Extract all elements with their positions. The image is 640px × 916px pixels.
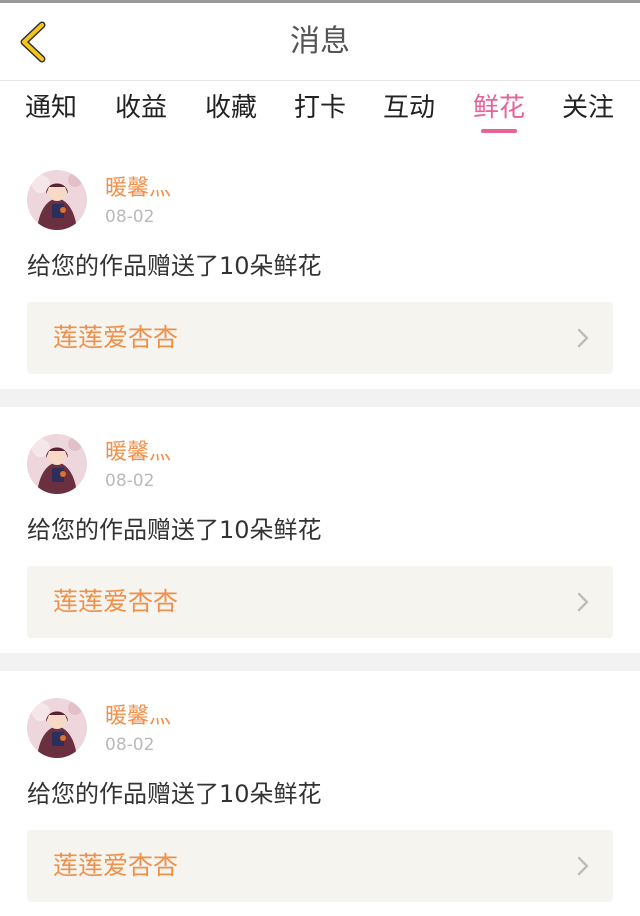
chevron-right-icon [577, 592, 589, 612]
avatar[interactable] [27, 698, 87, 758]
tab-notification[interactable]: 通知 [6, 91, 96, 125]
avatar[interactable] [27, 170, 87, 230]
work-title: 莲莲爱杏杏 [53, 587, 179, 616]
tab-bar: 通知 收益 收藏 打卡 互动 鲜花 关注 [0, 81, 640, 143]
chevron-right-icon [577, 856, 589, 876]
message-date: 08-02 [105, 471, 155, 491]
message-text: 给您的作品赠送了10朵鲜花 [27, 516, 322, 544]
message-date: 08-02 [105, 207, 155, 227]
work-link[interactable]: 莲莲爱杏杏 [27, 566, 613, 638]
user-name[interactable]: 暖馨灬 [105, 440, 171, 466]
tab-interaction[interactable]: 互动 [364, 91, 454, 125]
section-divider [0, 653, 640, 671]
user-name[interactable]: 暖馨灬 [105, 176, 171, 202]
message-date: 08-02 [105, 735, 155, 755]
message-card: 暖馨灬 08-02 给您的作品赠送了10朵鲜花 莲莲爱杏杏 [0, 671, 640, 916]
work-link[interactable]: 莲莲爱杏杏 [27, 830, 613, 902]
active-tab-indicator [481, 129, 517, 133]
tab-earnings[interactable]: 收益 [96, 91, 186, 125]
page-title: 消息 [290, 24, 350, 59]
work-title: 莲莲爱杏杏 [53, 851, 179, 880]
tab-checkin[interactable]: 打卡 [275, 91, 365, 125]
user-name[interactable]: 暖馨灬 [105, 704, 171, 730]
section-divider [0, 389, 640, 407]
chevron-right-icon [577, 328, 589, 348]
message-card: 暖馨灬 08-02 给您的作品赠送了10朵鲜花 莲莲爱杏杏 [0, 143, 640, 388]
tab-flowers[interactable]: 鲜花 [454, 91, 544, 125]
work-link[interactable]: 莲莲爱杏杏 [27, 302, 613, 374]
message-card: 暖馨灬 08-02 给您的作品赠送了10朵鲜花 莲莲爱杏杏 [0, 407, 640, 652]
message-text: 给您的作品赠送了10朵鲜花 [27, 780, 322, 808]
header-bar: 消息 [0, 3, 640, 81]
tab-favorites[interactable]: 收藏 [186, 91, 276, 125]
work-title: 莲莲爱杏杏 [53, 323, 179, 352]
tab-follow[interactable]: 关注 [543, 91, 633, 125]
message-text: 给您的作品赠送了10朵鲜花 [27, 252, 322, 280]
avatar[interactable] [27, 434, 87, 494]
